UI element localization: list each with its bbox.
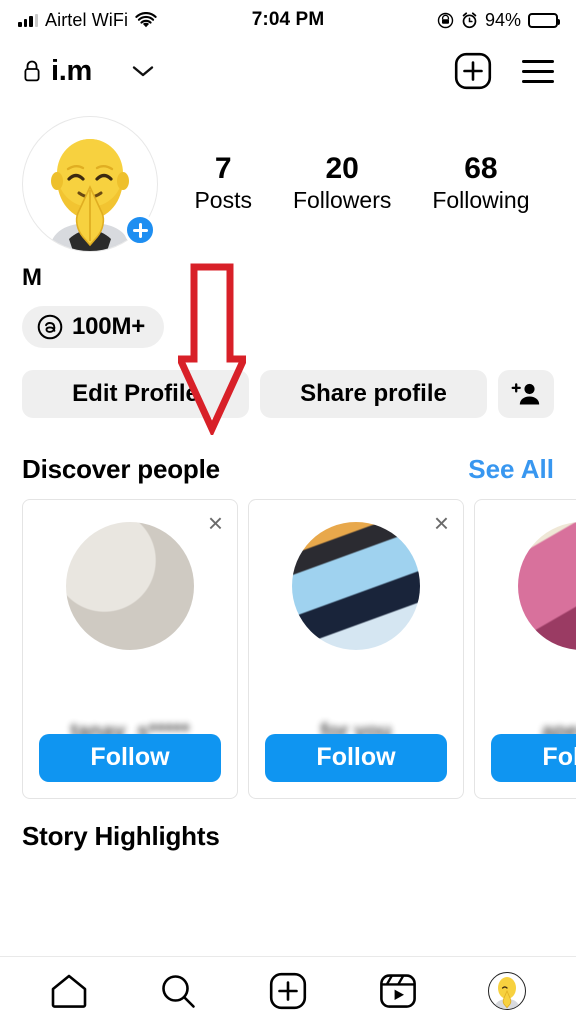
wifi-icon (135, 11, 157, 27)
add-person-button[interactable] (498, 369, 554, 418)
threads-badge[interactable]: 100M+ (22, 305, 165, 348)
threads-count-label: 100M+ (72, 312, 146, 340)
following-count: 68 (464, 151, 498, 185)
story-highlights-section: Story Highlights (0, 799, 576, 852)
status-bar: Airtel WiFi 7:04 PM 94% (0, 0, 576, 40)
username-button[interactable]: i.m (22, 55, 92, 88)
close-icon[interactable]: × (434, 510, 449, 536)
followers-count: 20 (325, 151, 359, 185)
carrier-label: Airtel WiFi (45, 9, 129, 30)
suggested-avatar (66, 521, 194, 650)
profile-row: 7 Posts 20 Followers 68 Following (0, 102, 576, 252)
signal-bars-icon (18, 13, 38, 27)
stat-followers[interactable]: 20 Followers (293, 152, 391, 216)
battery-label: 94% (484, 9, 521, 30)
nav-reels[interactable] (366, 965, 430, 1017)
discover-card[interactable]: × tanay_s***** Follow (22, 498, 238, 799)
profile-stats: 7 Posts 20 Followers 68 Following (158, 152, 554, 216)
follow-button[interactable]: Follow (39, 733, 221, 782)
nav-create[interactable] (256, 965, 320, 1017)
status-left: Airtel WiFi (18, 10, 157, 31)
battery-icon (528, 12, 560, 28)
profile-avatar-icon (488, 971, 527, 1010)
follow-button[interactable]: Follow (265, 733, 447, 782)
app-header: i.m (0, 40, 576, 102)
add-story-button[interactable] (124, 214, 156, 246)
posts-label: Posts (194, 187, 252, 214)
story-highlights-title: Story Highlights (22, 820, 220, 851)
create-icon (269, 972, 307, 1009)
bottom-navigation (0, 956, 576, 1024)
stat-following[interactable]: 68 Following (432, 152, 529, 216)
add-person-icon (511, 383, 540, 405)
header-username: i.m (51, 54, 92, 87)
rotation-lock-icon (437, 12, 454, 28)
discover-card[interactable]: × for you Follow (248, 498, 464, 799)
clock-label: 7:04 PM (251, 9, 325, 30)
posts-count: 7 (214, 151, 232, 185)
profile-bio: M 100M+ (0, 252, 576, 348)
close-icon[interactable]: × (208, 510, 223, 536)
nav-search[interactable] (146, 965, 210, 1017)
threads-logo-icon (37, 314, 63, 340)
nav-profile[interactable] (475, 965, 539, 1017)
plus-square-icon[interactable] (454, 52, 492, 90)
chevron-down-icon[interactable] (130, 63, 156, 79)
follow-button[interactable]: Follow (491, 733, 576, 782)
discover-carousel[interactable]: × tanay_s***** Follow × for you Follow ×… (0, 485, 576, 799)
followers-label: Followers (292, 187, 392, 214)
display-name: M (22, 264, 42, 291)
discover-title: Discover people (22, 453, 220, 484)
lock-icon (24, 60, 40, 82)
suggested-avatar (292, 521, 420, 650)
share-profile-button[interactable]: Share profile (260, 369, 487, 418)
see-all-link[interactable]: See All (468, 454, 554, 485)
stat-posts[interactable]: 7 Posts (194, 152, 252, 216)
alarm-icon (462, 11, 477, 28)
discover-header: Discover people See All (0, 418, 576, 485)
edit-profile-button[interactable]: Edit Profile (22, 369, 249, 418)
reels-icon (379, 973, 416, 1008)
profile-actions: Edit Profile Share profile (0, 348, 576, 418)
avatar[interactable] (22, 116, 158, 252)
hamburger-menu-icon[interactable] (522, 59, 554, 83)
discover-card[interactable]: × apex**** Follow (474, 498, 576, 799)
home-icon (51, 974, 87, 1008)
status-right: 94% (437, 9, 560, 31)
following-label: Following (432, 187, 530, 214)
suggested-avatar (518, 521, 576, 650)
nav-home[interactable] (37, 965, 101, 1017)
search-icon (162, 974, 196, 1008)
header-actions (454, 52, 554, 90)
